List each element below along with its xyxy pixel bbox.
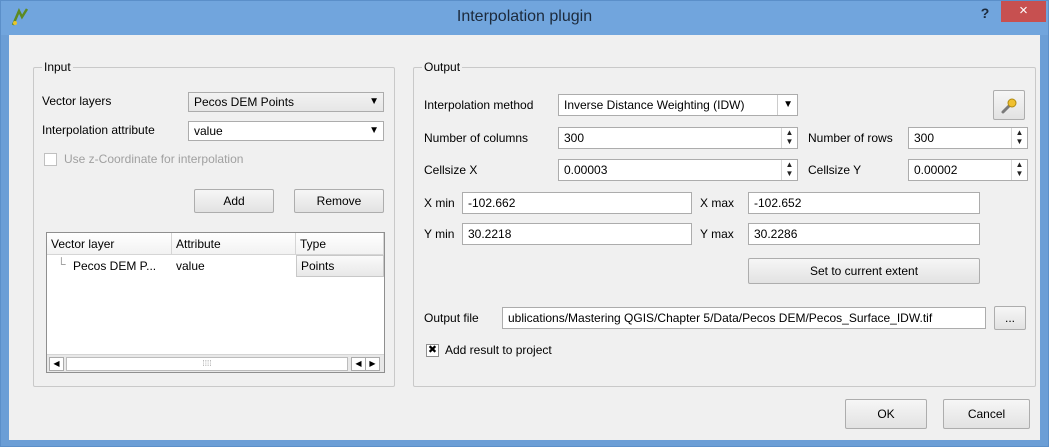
add-result-checkbox[interactable]: ✖ [426,344,439,357]
cellsize-x-label: Cellsize X [424,163,478,177]
layers-table[interactable]: Vector layer Attribute Type └ Pecos DEM … [46,232,385,373]
interp-method-label: Interpolation method [424,98,534,112]
interp-method-value: Inverse Distance Weighting (IDW) [564,98,745,112]
vector-layers-label: Vector layers [42,94,112,108]
tree-branch-icon: └ [57,257,66,271]
num-cols-label: Number of columns [424,131,529,145]
interp-attr-combo[interactable]: value ▼ [188,121,384,141]
num-rows-spinbox[interactable]: 300 ▲ ▼ [908,127,1028,149]
browse-button[interactable]: ... [994,306,1026,330]
table-cell-type-value: Points [301,259,335,273]
table-row[interactable]: └ Pecos DEM P... value Points [47,255,384,277]
horizontal-scrollbar[interactable]: ◀ ⁞⁞⁞⁞ ◀ ▶ [47,354,384,372]
output-group: Output Interpolation method Inverse Dist… [413,60,1036,387]
num-rows-label: Number of rows [808,131,893,145]
ymin-field[interactable]: 30.2218 [462,223,692,245]
scroll-left-icon[interactable]: ◀ [49,357,64,371]
table-cell-type[interactable]: Points [296,255,384,277]
vector-layers-value: Pecos DEM Points [194,95,295,109]
add-result-label: Add result to project [445,343,552,357]
output-legend: Output [422,60,463,74]
xmax-field[interactable]: -102.652 [748,192,980,214]
num-rows-value: 300 [914,131,935,145]
cellsize-y-spinbox[interactable]: 0.00002 ▲ ▼ [908,159,1028,181]
add-button[interactable]: Add [194,189,274,213]
use-z-label: Use z-Coordinate for interpolation [64,152,244,166]
interp-attr-label: Interpolation attribute [42,123,155,137]
cellsize-y-label: Cellsize Y [808,163,862,177]
num-cols-value: 300 [564,131,585,145]
remove-button[interactable]: Remove [294,189,384,213]
spin-arrows-icon[interactable]: ▲ ▼ [781,128,797,148]
table-cell-attribute: value [176,259,205,273]
help-button[interactable]: ? [973,5,997,25]
ymax-label: Y max [700,227,734,241]
xmin-field[interactable]: -102.662 [462,192,692,214]
spin-arrows-icon[interactable]: ▲ ▼ [781,160,797,180]
scroll-thumb[interactable]: ⁞⁞⁞⁞ [66,357,348,371]
interpolation-dialog: Interpolation plugin ? × Input Vector la… [0,0,1049,447]
spin-arrows-icon[interactable]: ▲ ▼ [1011,160,1027,180]
title-bar[interactable]: Interpolation plugin ? × [1,1,1048,35]
input-legend: Input [42,60,73,74]
ymin-label: Y min [424,227,455,241]
dialog-body: Input Vector layers Pecos DEM Points ▼ I… [9,35,1040,440]
ymax-field[interactable]: 30.2286 [748,223,980,245]
set-current-extent-button[interactable]: Set to current extent [748,258,980,284]
num-cols-spinbox[interactable]: 300 ▲ ▼ [558,127,798,149]
wrench-icon [1001,98,1017,114]
cellsize-y-value: 0.00002 [914,163,958,177]
column-header-attribute[interactable]: Attribute [172,233,296,255]
window-title: Interpolation plugin [456,8,593,25]
xmax-label: X max [700,196,735,210]
scroll-right-icon[interactable]: ▶ [365,357,380,371]
input-group: Input Vector layers Pecos DEM Points ▼ I… [33,60,395,387]
close-button[interactable]: × [1001,1,1046,22]
column-header-type[interactable]: Type [296,233,384,255]
spin-arrows-icon[interactable]: ▲ ▼ [1011,128,1027,148]
output-file-field[interactable]: ublications/Mastering QGIS/Chapter 5/Dat… [502,307,986,329]
xmin-label: X min [424,196,455,210]
vector-layers-combo[interactable]: Pecos DEM Points ▼ [188,92,384,112]
settings-button[interactable] [993,90,1025,120]
cancel-button[interactable]: Cancel [943,399,1030,429]
scroll-left-small-icon[interactable]: ◀ [351,357,366,371]
cellsize-x-spinbox[interactable]: 0.00003 ▲ ▼ [558,159,798,181]
chevron-down-icon: ▼ [777,95,793,115]
chevron-down-icon: ▼ [369,96,379,107]
output-file-label: Output file [424,311,479,325]
cellsize-x-value: 0.00003 [564,163,608,177]
interp-attr-value: value [194,124,223,138]
table-cell-layer: Pecos DEM P... [73,259,157,273]
use-z-checkbox[interactable] [44,153,57,166]
ok-button[interactable]: OK [845,399,927,429]
chevron-down-icon: ▼ [369,125,379,136]
interp-method-combo[interactable]: Inverse Distance Weighting (IDW) ▼ [558,94,798,116]
column-header-vector-layer[interactable]: Vector layer [47,233,172,255]
